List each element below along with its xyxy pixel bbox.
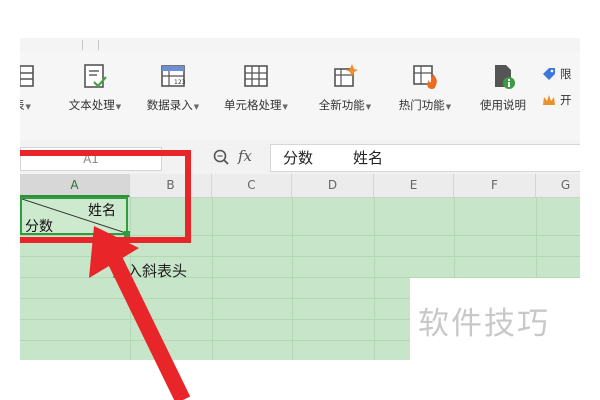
document-info-icon — [495, 65, 515, 89]
text-check-icon — [84, 64, 107, 88]
svg-text:123: 123 — [174, 79, 186, 86]
column-header-d[interactable]: D — [292, 174, 374, 197]
grid-line — [20, 256, 580, 257]
formula-value-score: 分数 — [283, 149, 314, 167]
ribbon-toolbar: 表▼ 文本处理▼ 123 数据录入▼ — [20, 52, 580, 141]
ribbon-side-item-limit[interactable]: 限 — [560, 66, 572, 82]
zoom-icon[interactable] — [212, 148, 230, 166]
formula-value-name: 姓名 — [353, 149, 384, 167]
grid-line — [212, 197, 213, 360]
title-strip — [20, 38, 580, 52]
tag-icon[interactable] — [542, 66, 556, 80]
ribbon-side-item-open[interactable]: 开 — [560, 92, 572, 108]
cell-a1[interactable]: 姓名 分数 — [20, 197, 128, 235]
data-entry-icon: 123 — [161, 65, 186, 87]
column-header-a[interactable]: A — [20, 174, 130, 197]
grid-line — [374, 197, 375, 360]
new-feature-icon — [334, 64, 358, 87]
annotation-caption: 插入斜表头 — [112, 262, 188, 280]
ribbon-label: 文本处理 — [68, 98, 115, 112]
ribbon-button-new-features[interactable]: 全新功能▼ — [310, 52, 380, 122]
ribbon-label: 热门功能 — [398, 98, 445, 112]
column-header-e[interactable]: E — [374, 174, 454, 197]
fill-handle[interactable] — [124, 231, 130, 237]
hot-feature-icon — [413, 65, 437, 89]
name-box[interactable]: A1 — [20, 147, 162, 171]
ribbon-label: 表 — [20, 98, 25, 112]
column-header-row: A B C D E F G — [20, 174, 580, 198]
column-header-f[interactable]: F — [454, 174, 536, 197]
ribbon-label: 使用说明 — [480, 98, 526, 112]
watermark-text: 软件技巧 — [418, 306, 550, 342]
ribbon-button-popular-features[interactable]: 热门功能▼ — [390, 52, 460, 122]
formula-input[interactable]: 分数 姓名 — [270, 144, 580, 172]
ribbon-label: 数据录入 — [146, 98, 193, 112]
crown-icon[interactable] — [542, 92, 556, 106]
ribbon-label: 全新功能 — [318, 98, 365, 112]
column-header-b[interactable]: B — [130, 174, 212, 197]
cell-grid-icon — [244, 65, 268, 87]
ribbon-label: 单元格处理 — [224, 98, 282, 112]
ribbon-button-cell-processing[interactable]: 单元格处理▼ — [216, 52, 296, 122]
grid-line — [20, 235, 580, 236]
column-header-c[interactable]: C — [212, 174, 292, 197]
grid-line — [292, 197, 293, 360]
table-icon — [20, 65, 34, 87]
ribbon-button-data-entry[interactable]: 123 数据录入▼ — [138, 52, 208, 122]
column-header-g[interactable]: G — [536, 174, 580, 197]
ribbon-button-instructions[interactable]: 使用说明 — [468, 52, 538, 122]
cell-a1-score-label: 分数 — [25, 219, 53, 235]
cell-a1-name-label: 姓名 — [88, 203, 116, 219]
ribbon-button-table[interactable]: 表▼ — [20, 52, 52, 122]
ribbon-button-text-processing[interactable]: 文本处理▼ — [60, 52, 130, 122]
formula-bar: A1 fx 分数 姓名 — [20, 140, 580, 174]
fx-icon[interactable]: fx — [238, 147, 252, 165]
